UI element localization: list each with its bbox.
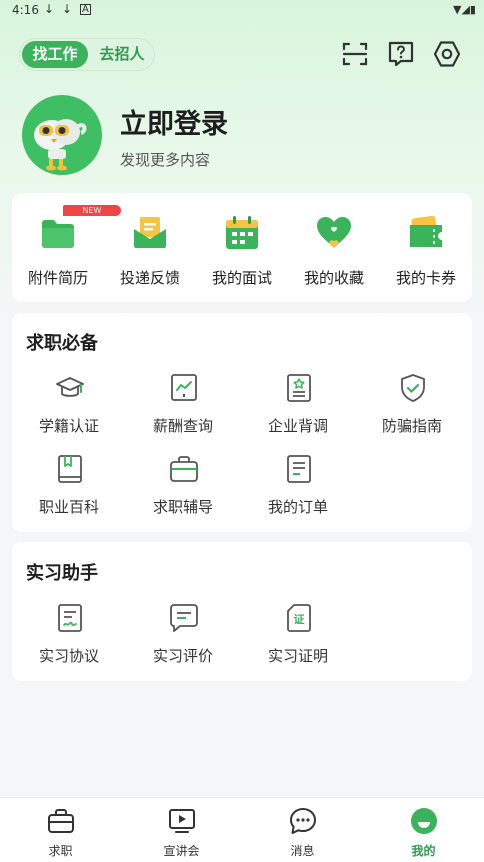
ticket-icon (410, 215, 442, 247)
section-title: 求职必备 (26, 333, 98, 354)
certificate-icon-text: 证 (294, 613, 305, 626)
tool-career-encyclopedia[interactable]: 职业百科 (12, 454, 126, 524)
play-tab-icon (169, 809, 195, 833)
quick-action-delivery-feedback[interactable]: 投递反馈 (104, 193, 196, 302)
job-essentials-card: 求职必备 学籍认证 薪酬查询 企业背调 防骗指南 职业百科 求职辅导 我的订单 (12, 313, 472, 532)
tool-internship-certificate[interactable]: 证 实习证明 (241, 603, 355, 673)
quick-action-label: 我的收藏 (303, 269, 364, 287)
shield-check-icon (401, 374, 425, 402)
quick-action-label: 投递反馈 (119, 269, 180, 287)
folder-icon (42, 220, 74, 248)
tool-anti-fraud-guide[interactable]: 防骗指南 (355, 373, 469, 443)
heart-icon (317, 217, 351, 248)
tool-label: 职业百科 (38, 498, 99, 516)
status-time: 4:16 (12, 3, 39, 17)
owl-mascot-icon (34, 119, 87, 171)
tool-my-orders[interactable]: 我的订单 (241, 454, 355, 524)
book-icon (58, 455, 82, 483)
quick-action-my-coupons[interactable]: 我的卡券 (380, 193, 472, 302)
tool-label: 企业背调 (267, 417, 328, 435)
tab-label: 求职 (48, 844, 73, 858)
quick-action-my-favorites[interactable]: 我的收藏 (288, 193, 380, 302)
tool-internship-evaluation[interactable]: 实习评价 (126, 603, 240, 673)
download-icon: ↓ (44, 2, 55, 16)
tab-messages[interactable]: 消息 (242, 798, 363, 862)
quick-action-label: 我的卡券 (395, 269, 456, 287)
avatar[interactable] (22, 95, 102, 175)
message-tab-icon (290, 808, 316, 834)
quick-actions-card: NEW 附件简历 投递反馈 我的面试 我的收藏 我的卡券 (12, 193, 472, 302)
tool-label: 防骗指南 (381, 417, 442, 435)
find-job-toggle[interactable]: 找工作 (22, 41, 88, 68)
tool-label: 学籍认证 (38, 417, 99, 435)
briefcase-tab-icon (48, 809, 74, 833)
tool-label: 实习证明 (267, 647, 328, 665)
tool-career-coaching[interactable]: 求职辅导 (126, 454, 240, 524)
tool-label: 实习评价 (152, 647, 213, 665)
quick-action-attachment-resume[interactable]: NEW 附件简历 (12, 193, 121, 302)
tab-job[interactable]: 求职 (0, 798, 121, 862)
recruit-toggle[interactable]: 去招人 (92, 41, 152, 68)
status-bar: 4:16 ↓ ↓ A ▼◢▮ (0, 0, 484, 22)
scan-icon[interactable] (341, 40, 369, 68)
tool-internship-agreement[interactable]: 实习协议 (12, 603, 126, 673)
bottom-tab-bar: 求职 宣讲会 消息 我的 (0, 797, 484, 862)
tool-student-verification[interactable]: 学籍认证 (12, 373, 126, 443)
quick-action-label: 附件简历 (27, 269, 88, 287)
signal-battery-icon: ▼◢▮ (453, 3, 476, 16)
login-title[interactable]: 立即登录 (120, 102, 228, 141)
tool-salary-query[interactable]: 薪酬查询 (126, 373, 240, 443)
internship-assistant-card: 实习助手 实习协议 实习评价 证 实习证明 (12, 542, 472, 681)
help-icon[interactable] (387, 40, 415, 68)
graduation-cap-icon (56, 377, 84, 397)
tab-seminar[interactable]: 宣讲会 (121, 798, 242, 862)
comment-icon (170, 604, 198, 632)
briefcase-icon (170, 456, 198, 482)
notification-a-icon: A (80, 4, 91, 15)
settings-icon[interactable] (433, 40, 461, 68)
calendar-icon (226, 216, 258, 249)
login-subtitle: 发现更多内容 (120, 151, 211, 169)
company-check-icon (287, 374, 311, 402)
section-title: 实习助手 (26, 563, 98, 584)
envelope-icon (134, 217, 166, 248)
quick-action-my-interview[interactable]: 我的面试 (196, 193, 288, 302)
role-toggle: 找工作 去招人 (19, 38, 155, 71)
tool-label: 我的订单 (267, 498, 328, 516)
tab-label: 我的 (411, 844, 436, 858)
quick-action-label: 我的面试 (211, 269, 272, 287)
tool-label: 薪酬查询 (152, 417, 213, 435)
tool-label: 实习协议 (38, 647, 99, 665)
certificate-icon: 证 (287, 604, 311, 632)
tool-label: 求职辅导 (152, 498, 213, 516)
tool-company-background[interactable]: 企业背调 (241, 373, 355, 443)
profile-tab-icon (411, 808, 437, 834)
order-list-icon (287, 455, 311, 483)
tab-label: 宣讲会 (163, 844, 200, 858)
download-icon: ↓ (62, 2, 73, 16)
agreement-icon (58, 604, 82, 632)
salary-chart-icon (171, 374, 197, 401)
tab-mine[interactable]: 我的 (363, 798, 484, 862)
tab-label: 消息 (290, 844, 315, 858)
